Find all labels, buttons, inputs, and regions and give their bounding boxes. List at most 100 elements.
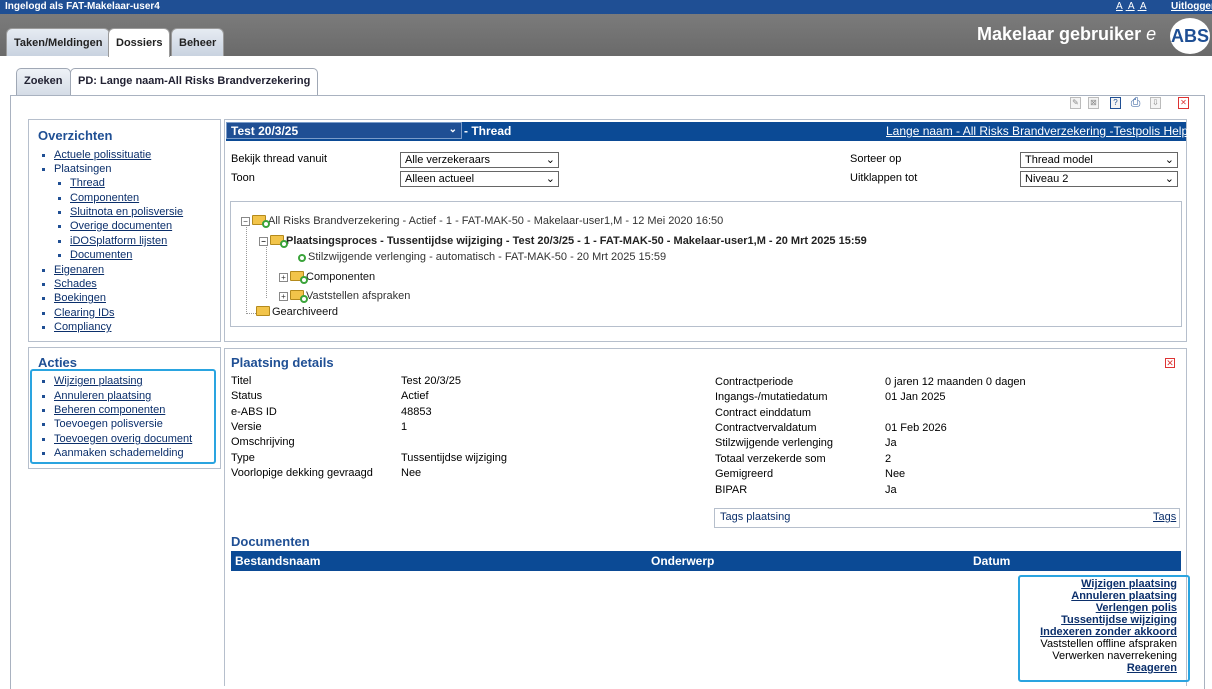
nav-documenten[interactable]: Documenten xyxy=(57,249,132,261)
uitklappen-value: Niveau 2 xyxy=(1025,173,1069,185)
nav-thread[interactable]: Thread xyxy=(58,177,105,189)
tree-node-componenten[interactable]: + Componenten xyxy=(279,271,376,284)
nav-actuele-polissituatie[interactable]: Actuele polissituatie xyxy=(41,149,151,161)
action-aanmaken-schademelding[interactable]: Aanmaken schademelding xyxy=(42,447,184,459)
sorteer-select[interactable]: Thread model ⌄ xyxy=(1020,152,1178,168)
export-icon[interactable]: ⇩ xyxy=(1150,97,1161,109)
tab-zoeken[interactable]: Zoeken xyxy=(16,68,71,95)
tree-node-gearchiveerd[interactable]: Gearchiveerd xyxy=(256,306,338,318)
detail-value: Nee xyxy=(885,468,906,480)
tab-pd-dossier[interactable]: PD: Lange naam-All Risks Brandverzekerin… xyxy=(70,68,319,96)
detail-label: Contractperiode xyxy=(715,376,794,388)
action-toevoegen-polisversie[interactable]: Toevoegen polisversie xyxy=(42,418,163,430)
action-beheren-componenten[interactable]: Beheren componenten xyxy=(41,404,165,416)
print-icon[interactable]: ⎙ xyxy=(1130,96,1141,109)
expand-icon[interactable]: + xyxy=(279,292,288,301)
tab-taken-meldingen[interactable]: Taken/Meldingen xyxy=(6,28,111,56)
font-size-small[interactable]: A xyxy=(1116,1,1123,12)
acties-title: Acties xyxy=(38,355,78,370)
nav-plaatsingen: Plaatsingen xyxy=(42,163,112,175)
brand-e: e xyxy=(1146,24,1157,44)
tree-node-plaatsingsproces[interactable]: − Plaatsingsproces - Tussentijdse wijzigi… xyxy=(259,235,867,248)
chevron-down-icon: ⌄ xyxy=(1164,154,1174,166)
close-icon[interactable]: ✕ xyxy=(1178,97,1189,109)
detail-value: Actief xyxy=(401,390,429,402)
detail-label: Omschrijving xyxy=(231,436,295,448)
nav-sluitnota[interactable]: Sluitnota en polisversie xyxy=(57,206,183,218)
bekijk-select[interactable]: Alle verzekeraars ⌄ xyxy=(400,152,559,168)
tree-node-stil-label: Stilzwijgende verlenging - automatisch -… xyxy=(308,251,667,263)
nav-boekingen[interactable]: Boekingen xyxy=(42,292,106,304)
toon-select[interactable]: Alleen actueel ⌄ xyxy=(400,171,559,187)
tree-node-root-label: All Risks Brandverzekering - Actief - 1 … xyxy=(268,215,724,227)
detail-value: 1 xyxy=(401,421,408,433)
sorteer-label: Sorteer op xyxy=(850,153,902,165)
detail-label: Gemigreerd xyxy=(715,468,774,480)
close-icon[interactable]: ✕ xyxy=(1165,358,1175,368)
tree-node-proc-label: Plaatsingsproces - Tussentijdse wijzigin… xyxy=(286,235,867,247)
action-toevoegen-overig-document[interactable]: Toevoegen overig document xyxy=(41,433,192,445)
collapse-icon[interactable]: − xyxy=(259,237,268,246)
detail-value: 0 jaren 12 maanden 0 dagen xyxy=(885,376,1026,388)
detail-value: 01 Jan 2025 xyxy=(885,391,946,403)
thread-select[interactable]: Test 20/3/25 ⌄ xyxy=(226,122,462,139)
action-link-indexeren[interactable]: Indexeren zonder akkoord xyxy=(1040,626,1177,638)
detail-label: e-ABS ID xyxy=(231,406,277,418)
detail-value: Ja xyxy=(885,484,897,496)
action-link-tussentijdse-wijziging[interactable]: Tussentijdse wijziging xyxy=(1040,614,1177,626)
action-link-annuleren[interactable]: Annuleren plaatsing xyxy=(1040,590,1177,602)
detail-label: Stilzwijgende verlenging xyxy=(715,437,834,449)
tree-node-root[interactable]: − All Risks Brandverzekering - Actief - 1… xyxy=(241,215,724,228)
action-link-wijzigen[interactable]: Wijzigen plaatsing xyxy=(1040,578,1177,590)
col-onderwerp[interactable]: Onderwerp xyxy=(651,554,714,568)
detail-label: Versie xyxy=(231,421,262,433)
detail-label: Ingangs-/mutatiedatum xyxy=(715,391,828,403)
tab-dossiers[interactable]: Dossiers xyxy=(108,28,171,57)
nav-componenten[interactable]: Componenten xyxy=(57,192,139,204)
action-wijzigen-plaatsing[interactable]: Wijzigen plaatsing xyxy=(42,375,143,387)
nav-clearing-ids[interactable]: Clearing IDs xyxy=(42,307,115,319)
edit-icon[interactable]: ✎ xyxy=(1070,97,1081,109)
details-title: Plaatsing details xyxy=(231,355,334,370)
action-link-verlengen[interactable]: Verlengen polis xyxy=(1040,602,1177,614)
tree-node-vaststellen[interactable]: + Vaststellen afspraken xyxy=(279,290,410,303)
col-datum[interactable]: Datum xyxy=(973,554,1010,568)
font-size-large[interactable]: A xyxy=(1140,1,1147,12)
tags-label: Tags plaatsing xyxy=(720,511,791,523)
folder-icon xyxy=(256,306,270,316)
detail-value: Tussentijdse wijziging xyxy=(401,452,507,464)
detail-value: Nee xyxy=(401,467,422,479)
help-icon[interactable]: ? xyxy=(1110,97,1121,109)
nav-eigenaren[interactable]: Eigenaren xyxy=(41,264,104,276)
detail-label: Titel xyxy=(231,375,252,387)
expand-icon[interactable]: + xyxy=(279,273,288,282)
collapse-icon[interactable]: − xyxy=(241,217,250,226)
nav-compliancy[interactable]: Compliancy xyxy=(41,321,111,333)
help-link[interactable]: Lange naam - All Risks Brandverzekering … xyxy=(886,124,1188,138)
nav-overige-documenten[interactable]: Overige documenten xyxy=(57,220,172,232)
font-size-controls[interactable]: A A A xyxy=(1116,1,1149,12)
tree-node-comp-label: Componenten xyxy=(306,271,376,283)
detail-value: Test 20/3/25 xyxy=(401,375,461,387)
uitklappen-select[interactable]: Niveau 2 ⌄ xyxy=(1020,171,1178,187)
tab-beheer[interactable]: Beheer xyxy=(171,28,225,56)
nav-schades[interactable]: Schades xyxy=(42,278,97,290)
logout-link[interactable]: Uitloggen xyxy=(1171,1,1212,12)
font-size-medium[interactable]: A xyxy=(1128,1,1135,12)
folder-icon xyxy=(290,290,308,303)
tags-link[interactable]: Tags xyxy=(1153,511,1176,523)
detail-value: 2 xyxy=(885,453,892,465)
action-link-reageren[interactable]: Reageren xyxy=(1040,662,1177,674)
nav-idosplatform[interactable]: iDOSplatform lijsten xyxy=(57,235,167,247)
col-bestandsnaam[interactable]: Bestandsnaam xyxy=(235,554,320,568)
plaatsing-actions: Wijzigen plaatsing Annuleren plaatsing V… xyxy=(1040,578,1177,674)
action-annuleren-plaatsing[interactable]: Annuleren plaatsing xyxy=(41,390,151,402)
tree-node-stilzwijgend[interactable]: Stilzwijgende verlenging - automatisch -… xyxy=(298,251,666,263)
detail-label: Contractvervaldatum xyxy=(715,422,817,434)
disabled-icon[interactable]: ⊠ xyxy=(1088,97,1099,109)
bekijk-label: Bekijk thread vanuit xyxy=(231,153,327,165)
sorteer-value: Thread model xyxy=(1025,154,1093,166)
folder-icon xyxy=(252,215,270,228)
brand-title: Makelaar gebruiker e xyxy=(977,24,1156,45)
folder-icon xyxy=(290,271,308,284)
